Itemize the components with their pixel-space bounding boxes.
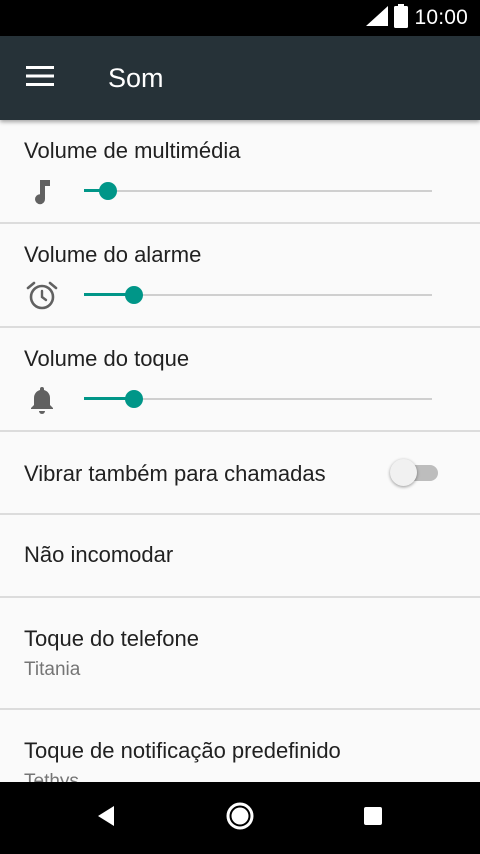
home-button[interactable] [222,800,258,836]
app-bar: Som [0,36,480,120]
ring-volume-row: Volume do toque [0,328,480,432]
alarm-volume-row: Volume do alarme [0,224,480,328]
home-circle-icon [225,801,255,836]
back-button[interactable] [88,800,124,836]
status-time: 10:00 [414,6,468,29]
media-volume-slider[interactable] [84,179,432,203]
slider-thumb[interactable] [99,182,118,200]
vibrate-label: Vibrar também para chamadas [24,461,326,486]
recents-square-icon [363,806,383,831]
slider-thumb[interactable] [125,390,144,408]
navigation-bar [0,782,480,854]
hamburger-menu-icon [26,65,54,91]
bell-icon [26,384,58,416]
do-not-disturb-row[interactable]: Não incomodar [0,515,480,598]
notification-sound-value: Tethys [24,771,79,782]
ringtone-label: Toque do telefone [24,626,199,651]
vibrate-toggle[interactable] [390,457,442,487]
ringtone-row[interactable]: Toque do telefone Titania [0,598,480,710]
page-title: Som [108,63,164,93]
slider-thumb[interactable] [125,286,144,304]
back-triangle-icon [96,805,116,832]
media-volume-row: Volume de multimédia [0,120,480,224]
do-not-disturb-label: Não incomodar [24,542,174,567]
alarm-volume-slider[interactable] [84,283,432,307]
alarm-volume-label: Volume do alarme [24,242,202,267]
media-volume-label: Volume de multimédia [24,138,241,163]
settings-list: Volume de multimédia Volume do alarme Vo… [0,120,480,782]
cell-signal-icon [366,5,389,31]
ringtone-value: Titania [24,659,81,680]
ring-volume-label: Volume do toque [24,346,190,371]
recents-button[interactable] [355,800,391,836]
status-bar: 10:00 [0,0,480,36]
vibrate-row[interactable]: Vibrar também para chamadas [0,432,480,515]
notification-sound-row[interactable]: Toque de notificação predefinido Tethys [0,710,480,782]
ring-volume-slider[interactable] [84,387,432,411]
battery-icon [394,3,409,33]
notification-sound-label: Toque de notificação predefinido [24,738,341,763]
alarm-clock-icon [26,280,58,312]
menu-button[interactable] [20,58,60,98]
music-note-icon [26,176,58,208]
